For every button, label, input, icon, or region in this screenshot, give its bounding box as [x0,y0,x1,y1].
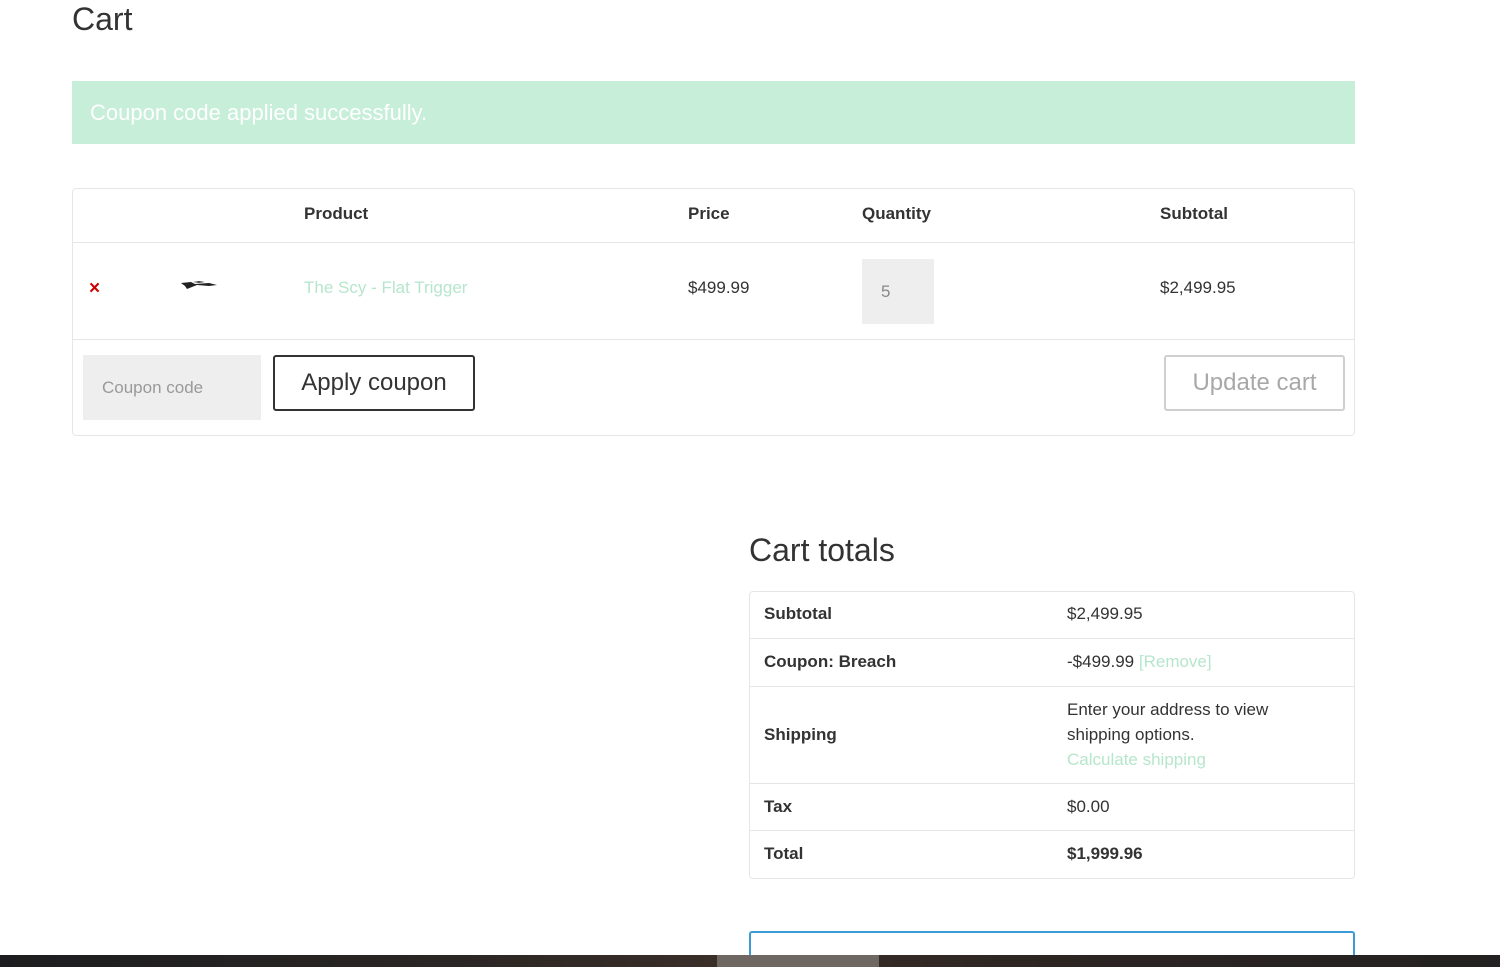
totals-row-subtotal: Subtotal $2,499.95 [750,592,1354,639]
totals-total-label: Total [764,844,804,863]
totals-subtotal-value: $2,499.95 [1067,604,1143,623]
item-subtotal: $2,499.95 [1160,278,1236,297]
totals-row-tax: Tax $0.00 [750,784,1354,831]
remove-item-button[interactable]: × [89,279,100,299]
cart-page: Cart Coupon code applied successfully. P… [0,0,1500,967]
totals-subtotal-label: Subtotal [764,604,832,623]
totals-coupon-value: -$499.99 [1067,652,1135,671]
cart-table-header: Product Price Quantity Subtotal [73,189,1354,243]
page-title: Cart [72,1,133,37]
totals-row-total: Total $1,999.96 [750,831,1354,878]
trigger-image-icon [181,281,217,289]
product-thumbnail[interactable] [179,277,219,293]
totals-shipping-label: Shipping [764,725,837,744]
totals-coupon-value-wrap: -$499.99 [Remove] [1067,652,1212,672]
totals-row-coupon: Coupon: Breach -$499.99 [Remove] [750,639,1354,687]
header-product: Product [304,204,369,223]
header-quantity: Quantity [862,204,931,223]
totals-shipping-value: Enter your address to view shipping opti… [1067,697,1307,772]
taskbar [0,955,1500,967]
header-price: Price [688,204,730,223]
item-price: $499.99 [688,278,750,297]
totals-row-shipping: Shipping Enter your address to view ship… [750,687,1354,784]
shipping-info-text: Enter your address to view shipping opti… [1067,700,1269,744]
header-subtotal: Subtotal [1160,204,1228,223]
update-cart-button[interactable]: Update cart [1164,355,1345,411]
product-name-link[interactable]: The Scy - Flat Trigger [304,278,467,298]
success-notice: Coupon code applied successfully. [72,81,1355,144]
apply-coupon-button[interactable]: Apply coupon [273,355,475,411]
coupon-code-input[interactable] [83,355,261,420]
totals-tax-label: Tax [764,797,793,816]
quantity-input[interactable] [862,259,934,324]
cart-totals-table: Subtotal $2,499.95 Coupon: Breach -$499.… [749,591,1355,879]
cart-totals-title: Cart totals [749,532,895,568]
totals-coupon-label: Coupon: Breach [764,652,897,671]
table-row: × The Scy - Flat Trigger $499.99 $2,499.… [73,243,1354,340]
remove-coupon-link[interactable]: [Remove] [1139,652,1212,671]
taskbar-active-item[interactable] [717,955,879,967]
totals-total-value: $1,999.96 [1067,844,1143,863]
totals-tax-value: $0.00 [1067,797,1110,816]
notice-message: Coupon code applied successfully. [90,99,428,125]
cart-actions: Apply coupon Update cart [73,340,1354,436]
cart-table: Product Price Quantity Subtotal × The Sc… [72,188,1355,436]
calculate-shipping-link[interactable]: Calculate shipping [1067,750,1206,769]
